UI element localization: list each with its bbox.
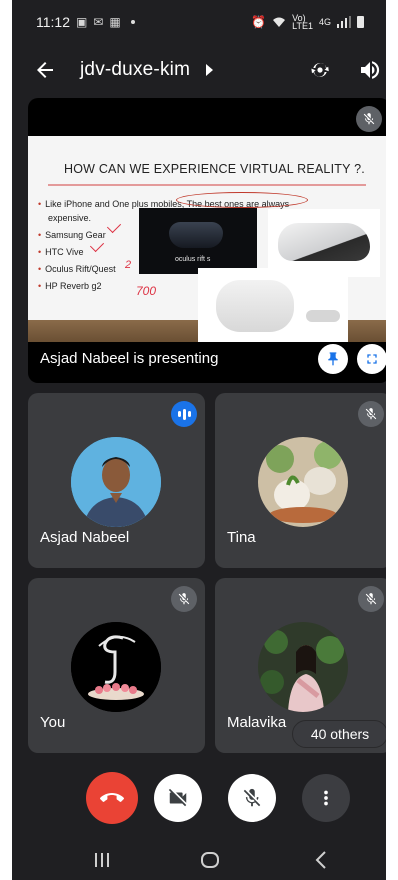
gmail-icon: ✉	[93, 15, 104, 29]
back-icon[interactable]	[310, 848, 334, 872]
caret-right-icon[interactable]	[206, 64, 213, 76]
presentation-tile[interactable]: HOW CAN WE EXPERIENCE VIRTUAL REALITY ?.…	[28, 98, 386, 383]
shared-slide: HOW CAN WE EXPERIENCE VIRTUAL REALITY ?.…	[28, 136, 386, 342]
switch-camera-icon[interactable]	[308, 58, 332, 82]
notification-dot-icon	[130, 20, 135, 24]
status-left: 11:12 ▣ ✉ ▦	[36, 14, 135, 30]
vr-remote-picture	[306, 310, 340, 322]
top-app-bar: jdv-duxe-kim	[12, 48, 386, 92]
calendar-icon: ▦	[109, 15, 121, 29]
phone-screen: 11:12 ▣ ✉ ▦ ⏰ Vo) LTE1 4G jdv-duxe-kim H…	[12, 0, 386, 880]
presenter-label: Asjad Nabeel is presenting	[40, 350, 219, 367]
fullscreen-icon	[367, 354, 377, 364]
camera-toggle-button[interactable]	[154, 774, 202, 822]
mic-off-icon	[365, 408, 377, 420]
avatar	[71, 622, 161, 712]
camera-off-icon	[168, 788, 187, 807]
more-options-button[interactable]	[302, 774, 350, 822]
system-navigation-bar	[12, 838, 386, 880]
status-time: 11:12	[36, 14, 70, 30]
participant-name: Asjad Nabeel	[40, 529, 130, 546]
letter-j-logo-picture	[71, 622, 161, 712]
person-photo	[71, 437, 161, 527]
end-call-icon	[100, 793, 124, 802]
slide-title: HOW CAN WE EXPERIENCE VIRTUAL REALITY ?.	[64, 162, 365, 176]
others-count-button[interactable]: 40 others	[292, 720, 386, 748]
wifi-icon	[273, 17, 286, 27]
signal-icon	[337, 16, 351, 28]
back-arrow-icon[interactable]	[32, 58, 58, 82]
end-call-button[interactable]	[86, 772, 138, 824]
recent-apps-icon[interactable]	[90, 848, 114, 872]
avatar	[71, 437, 161, 527]
network-type-label: 4G	[318, 17, 331, 27]
avatar	[258, 437, 348, 527]
alarm-icon: ⏰	[251, 15, 267, 29]
participant-name: Tina	[227, 529, 256, 546]
battery-icon	[357, 16, 364, 28]
status-bar: 11:12 ▣ ✉ ▦ ⏰ Vo) LTE1 4G	[12, 0, 386, 44]
participant-name: Malavika	[227, 714, 287, 731]
oculus-rift-image: oculus rift s	[139, 208, 257, 274]
slide-underline	[48, 184, 366, 186]
vr-headset-white-picture	[216, 280, 294, 332]
speaker-icon[interactable]	[358, 58, 382, 82]
mic-off-icon	[365, 593, 377, 605]
participant-name: You	[40, 714, 66, 731]
image-caption: oculus rift s	[175, 256, 211, 263]
call-controls	[12, 770, 386, 830]
avatar	[258, 622, 348, 712]
annotation-oval	[176, 192, 308, 208]
participant-tile-self[interactable]: You	[28, 578, 205, 753]
plant-photo	[258, 437, 348, 527]
meeting-code[interactable]: jdv-duxe-kim	[80, 59, 190, 81]
network-label: Vo) LTE1	[292, 13, 313, 31]
mic-off-badge	[358, 586, 384, 612]
fullscreen-button[interactable]	[357, 344, 386, 374]
microphone-toggle-button[interactable]	[228, 774, 276, 822]
more-vertical-icon	[324, 790, 328, 806]
mic-off-badge	[358, 401, 384, 427]
speaking-indicator-icon	[171, 401, 197, 427]
mic-off-icon	[178, 593, 190, 605]
participant-tile[interactable]: Asjad Nabeel	[28, 393, 205, 568]
gallery-icon: ▣	[76, 15, 88, 29]
mic-off-icon	[243, 788, 261, 807]
person-photo	[258, 622, 348, 712]
mic-off-badge	[171, 586, 197, 612]
vr-headset-dark-picture	[169, 222, 223, 248]
annotation-handwriting: 2	[125, 259, 132, 271]
pin-button[interactable]	[318, 344, 348, 374]
status-right: ⏰ Vo) LTE1 4G	[251, 13, 364, 31]
home-icon[interactable]	[198, 848, 222, 872]
oculus-go-image	[198, 268, 348, 342]
vr-headset-white-picture	[278, 223, 370, 261]
vr-headset-image	[268, 209, 380, 277]
mic-off-icon	[363, 113, 375, 125]
annotation-handwriting: 700	[136, 284, 157, 298]
mic-off-badge	[356, 106, 382, 132]
participant-tile[interactable]: Tina	[215, 393, 386, 568]
pin-icon	[328, 352, 338, 366]
